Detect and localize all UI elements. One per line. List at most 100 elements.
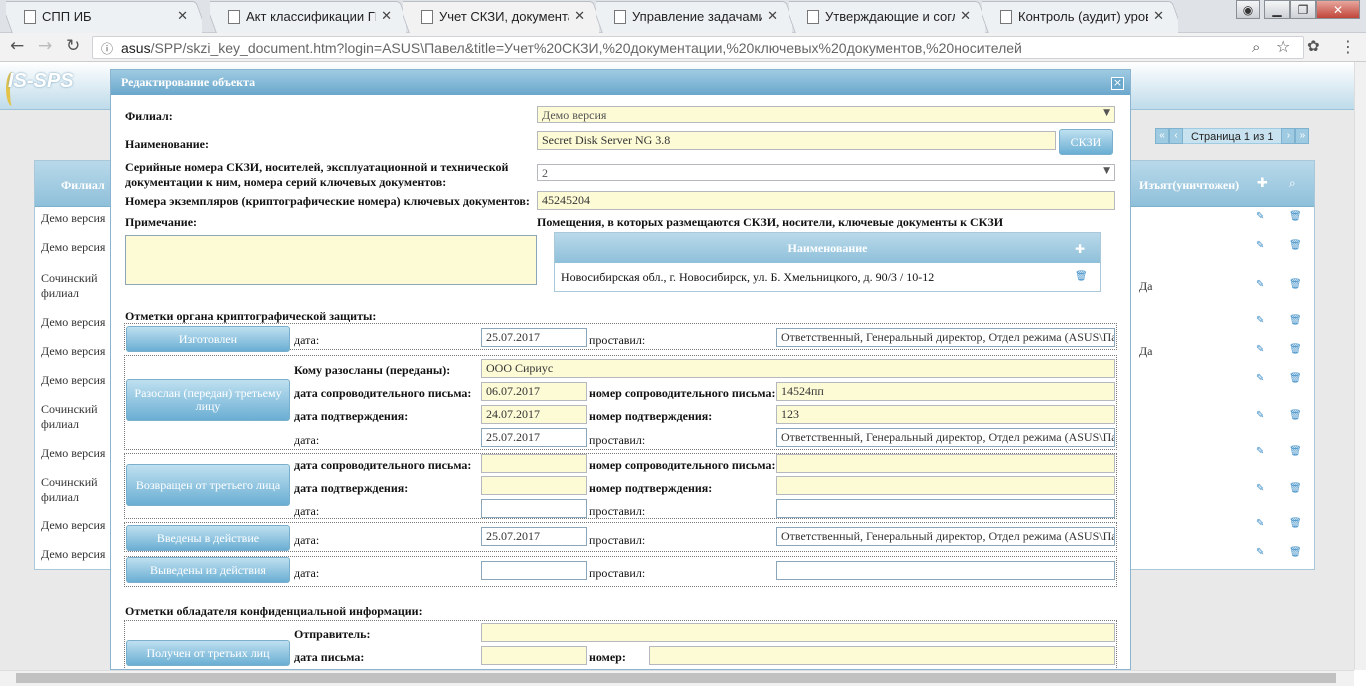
window-close-icon[interactable]: ✕: [1316, 0, 1360, 19]
edit-icon[interactable]: ✎: [1256, 446, 1264, 457]
close-icon[interactable]: ×: [1111, 77, 1124, 90]
sender-field[interactable]: [481, 623, 1115, 642]
horizontal-scroll-thumb[interactable]: [16, 673, 1336, 683]
letter-number-field[interactable]: [649, 646, 1115, 665]
enacted-setby-field[interactable]: Ответственный, Генеральный директор, Отд…: [776, 527, 1115, 546]
removed-button[interactable]: Выведены из действия: [126, 557, 290, 583]
edit-icon[interactable]: ✎: [1256, 518, 1264, 529]
returned-cover-date-field[interactable]: [481, 454, 587, 473]
add-icon[interactable]: ✚: [1257, 176, 1268, 191]
browser-tab-2[interactable]: Акт классификации ГИС ✕: [210, 1, 406, 33]
close-tab-icon[interactable]: ✕: [574, 8, 585, 24]
delete-icon[interactable]: 🗑: [1289, 518, 1302, 529]
edit-icon[interactable]: ✎: [1256, 211, 1264, 222]
bookmark-star-icon[interactable]: ☆: [1276, 37, 1290, 56]
extension-icon[interactable]: ✿: [1307, 37, 1320, 55]
browser-tab-5[interactable]: Утверждающие и согла ✕: [789, 1, 985, 33]
browser-tab-1[interactable]: СПП ИБ ✕: [6, 1, 202, 33]
grid-row-branch: Демо версия: [41, 373, 106, 387]
delete-icon[interactable]: 🗑: [1289, 211, 1302, 222]
chevron-down-icon: ▼: [1103, 166, 1110, 176]
returned-confirm-num-field[interactable]: [776, 476, 1115, 495]
sent-date-field[interactable]: 25.07.2017: [481, 428, 587, 447]
column-header-branch[interactable]: Филиал: [61, 178, 105, 193]
close-tab-icon[interactable]: ✕: [1153, 8, 1164, 24]
vertical-scrollbar[interactable]: [1354, 62, 1366, 670]
edit-icon[interactable]: ✎: [1256, 344, 1264, 355]
copies-field[interactable]: 45245204: [537, 191, 1115, 210]
received-button[interactable]: Получен от третьих лиц: [126, 640, 290, 666]
delete-icon[interactable]: 🗑: [1289, 547, 1302, 558]
back-icon[interactable]: ←: [10, 36, 24, 56]
sent-confirm-date-field[interactable]: 24.07.2017: [481, 405, 587, 424]
made-setby-field[interactable]: Ответственный, Генеральный директор, Отд…: [776, 328, 1115, 347]
delete-icon[interactable]: 🗑: [1289, 240, 1302, 251]
grid-row-branch: Демо версия: [41, 518, 106, 532]
returned-date-field[interactable]: [481, 499, 587, 518]
edit-icon[interactable]: ✎: [1256, 315, 1264, 326]
letter-date-field[interactable]: [481, 646, 587, 665]
sent-cover-date-field[interactable]: 06.07.2017: [481, 382, 587, 401]
enacted-button[interactable]: Введены в действие: [126, 525, 290, 551]
made-date-field[interactable]: 25.07.2017: [481, 328, 587, 347]
last-page-icon[interactable]: »: [1295, 128, 1310, 144]
browser-tab-3[interactable]: Учет СКЗИ, документац ✕: [403, 1, 599, 33]
sent-to-field[interactable]: ООО Сириус: [481, 359, 1115, 378]
zoom-icon[interactable]: ⌕: [1252, 38, 1260, 56]
reload-icon[interactable]: ↻: [66, 36, 80, 56]
minimize-icon[interactable]: ▁: [1264, 0, 1290, 19]
edit-icon[interactable]: ✎: [1256, 410, 1264, 421]
add-room-icon[interactable]: ✚: [1075, 242, 1085, 256]
grid-row-withdrawn: Да: [1139, 344, 1153, 358]
edit-icon[interactable]: ✎: [1256, 279, 1264, 290]
browser-tab-4[interactable]: Управление задачами ✕: [596, 1, 792, 33]
close-tab-icon[interactable]: ✕: [381, 8, 392, 24]
delete-icon[interactable]: 🗑: [1289, 279, 1302, 290]
name-field[interactable]: Secret Disk Server NG 3.8: [537, 131, 1056, 150]
edit-icon[interactable]: ✎: [1256, 483, 1264, 494]
serial-select[interactable]: 2 ▼: [537, 164, 1115, 181]
menu-icon[interactable]: ⋮: [1340, 37, 1356, 56]
branch-select[interactable]: Демо версия ▼: [537, 106, 1115, 123]
delete-icon[interactable]: 🗑: [1289, 344, 1302, 355]
forward-icon[interactable]: →: [38, 36, 52, 56]
sent-cover-num-field[interactable]: 14524пп: [776, 382, 1115, 401]
removed-setby-label: проставил:: [589, 566, 646, 580]
first-page-icon[interactable]: «: [1155, 128, 1169, 144]
delete-icon[interactable]: 🗑: [1289, 446, 1302, 457]
removed-setby-field[interactable]: [776, 561, 1115, 580]
column-header-withdrawn[interactable]: Изъят(уничтожен): [1139, 178, 1239, 193]
made-button[interactable]: Изготовлен: [126, 326, 290, 352]
delete-icon[interactable]: 🗑: [1289, 483, 1302, 494]
url-field[interactable]: ⓘ asus/SPP/skzi_key_document.htm?login=A…: [92, 36, 1304, 59]
edit-icon[interactable]: ✎: [1256, 373, 1264, 384]
info-icon[interactable]: ⓘ: [101, 40, 113, 57]
prev-page-icon[interactable]: ‹: [1169, 128, 1183, 144]
delete-icon[interactable]: 🗑: [1289, 315, 1302, 326]
browser-tab-6[interactable]: Контроль (аудит) уровн ✕: [982, 1, 1178, 33]
delete-icon[interactable]: 🗑: [1289, 373, 1302, 384]
skzi-button[interactable]: СКЗИ: [1059, 129, 1113, 155]
sent-confirm-num-field[interactable]: 123: [776, 405, 1115, 424]
removed-date-field[interactable]: [481, 561, 587, 580]
user-icon[interactable]: ◉: [1236, 0, 1260, 19]
enacted-date-field[interactable]: 25.07.2017: [481, 527, 587, 546]
sent-setby-label: проставил:: [589, 433, 646, 447]
note-textarea[interactable]: [125, 235, 537, 285]
edit-icon[interactable]: ✎: [1256, 547, 1264, 558]
sent-setby-field[interactable]: Ответственный, Генеральный директор, Отд…: [776, 428, 1115, 447]
sent-button[interactable]: Разослан (передан) третьему лицу: [126, 379, 290, 421]
close-tab-icon[interactable]: ✕: [960, 8, 971, 24]
delete-room-icon[interactable]: 🗑: [1075, 271, 1088, 282]
restore-icon[interactable]: ❐: [1290, 0, 1316, 19]
edit-icon[interactable]: ✎: [1256, 240, 1264, 251]
returned-cover-num-field[interactable]: [776, 454, 1115, 473]
close-tab-icon[interactable]: ✕: [767, 8, 778, 24]
returned-setby-field[interactable]: [776, 499, 1115, 518]
delete-icon[interactable]: 🗑: [1289, 410, 1302, 421]
returned-button[interactable]: Возвращен от третьего лица: [126, 464, 290, 506]
next-page-icon[interactable]: ›: [1281, 128, 1296, 144]
close-tab-icon[interactable]: ✕: [177, 8, 188, 24]
search-icon[interactable]: ⌕: [1289, 176, 1296, 191]
returned-confirm-date-field[interactable]: [481, 476, 587, 495]
